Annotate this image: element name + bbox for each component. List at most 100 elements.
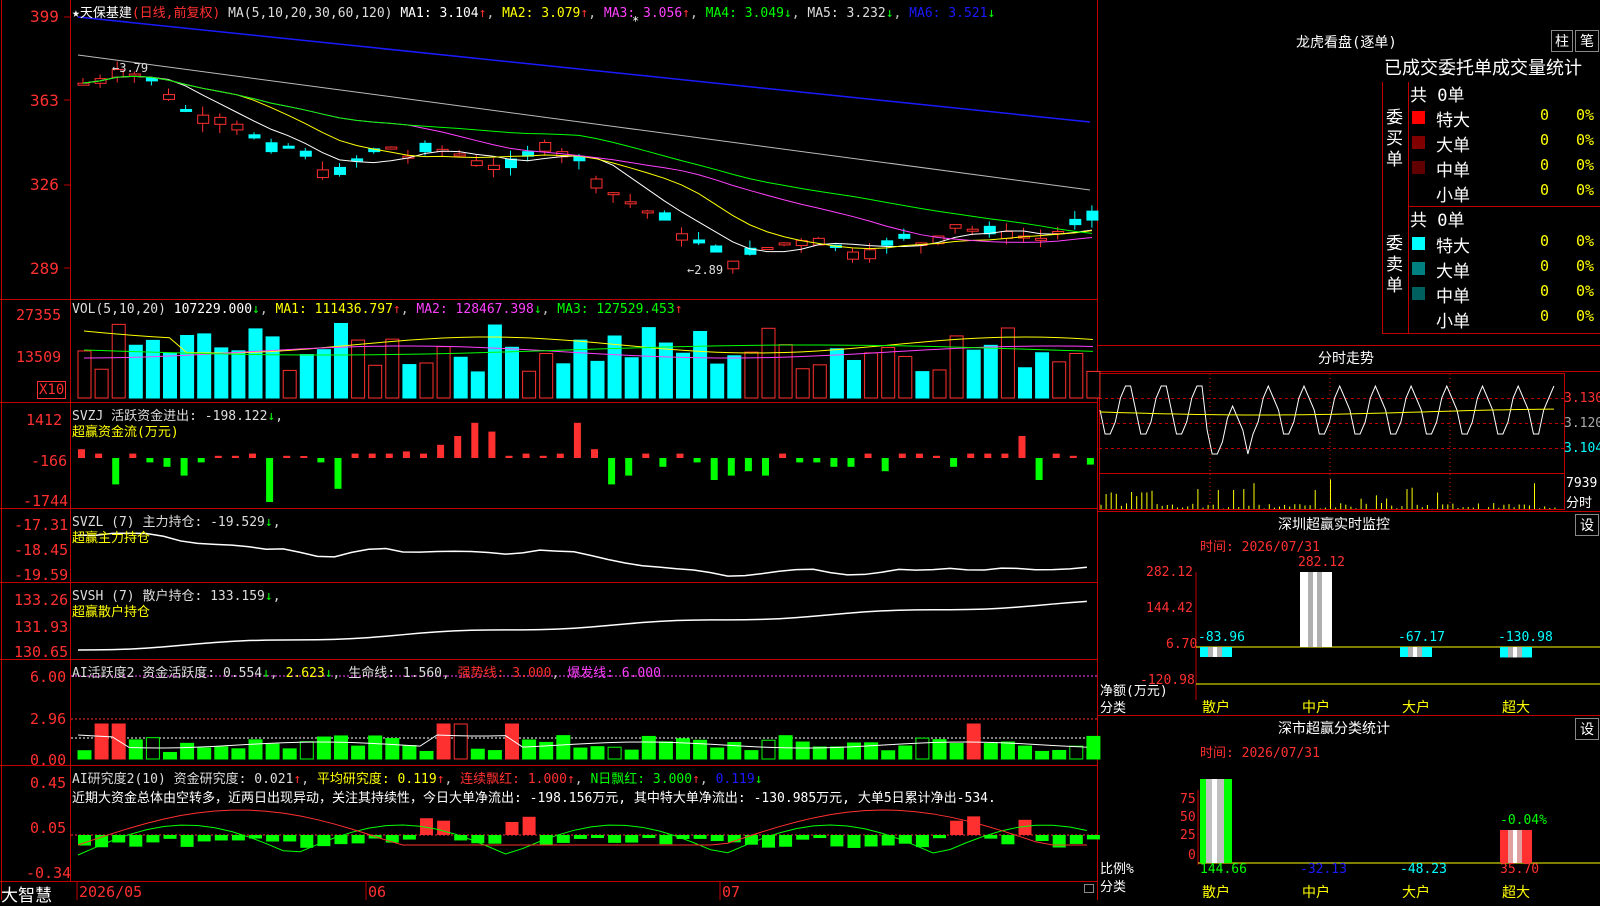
vol-header: VOL(5,10,20) 107229.000↓, MA1: 111436.79… <box>72 302 683 317</box>
fund-flow-bar <box>454 436 462 458</box>
volume-bar <box>163 352 177 399</box>
fund-flow-bar <box>744 458 752 472</box>
intraday-tick-2: 3.120 <box>1564 416 1600 431</box>
szc-category: 超大 <box>1502 885 1530 901</box>
activity-bar <box>487 750 502 760</box>
szc-tick-2: 50 <box>1180 810 1196 825</box>
sell-side-label: 委卖单 <box>1386 234 1403 296</box>
szc-category: 大户 <box>1402 885 1430 901</box>
research-bar <box>300 835 314 848</box>
activity-bar <box>539 741 554 760</box>
tick-view-button[interactable]: 笔 <box>1575 30 1599 52</box>
ai2-tick-1: 0.45 <box>30 774 67 792</box>
brand-label: 大智慧 <box>1 886 52 906</box>
activity-bar <box>436 723 451 760</box>
candle-body <box>641 210 654 214</box>
research-bar <box>830 835 844 847</box>
activity-bar <box>453 723 468 760</box>
volume-bar <box>761 327 776 399</box>
candle-body <box>265 142 278 153</box>
szm-bar-hl <box>1213 647 1217 657</box>
fund-flow-bar <box>317 458 325 463</box>
fund-flow-bar <box>214 455 222 458</box>
activity-bar <box>641 735 656 760</box>
activity-bar <box>795 741 810 760</box>
activity-bar <box>282 748 297 760</box>
order-size-pct: 0% <box>1576 232 1595 250</box>
activity-bar <box>163 751 177 760</box>
volume-bar <box>1052 361 1067 399</box>
x-label-may: 2026/05 <box>79 883 143 901</box>
svzl-sub: 超赢主力持仓 <box>72 531 151 546</box>
fund-flow-bar <box>1018 436 1026 458</box>
activity-bar <box>1035 750 1050 760</box>
star-marker: * <box>632 14 640 28</box>
research-bar <box>180 835 194 847</box>
svzl-tick-1: -17.31 <box>14 516 69 534</box>
volume-bar <box>915 371 930 399</box>
activity-bar <box>419 750 434 760</box>
fund-flow-bar <box>573 422 581 458</box>
volume-bar <box>590 360 605 399</box>
research-bar <box>967 816 981 835</box>
szm-value: -130.98 <box>1498 630 1553 645</box>
activity-bar <box>180 742 195 760</box>
price-tick-326: 326 <box>30 175 59 194</box>
volume-bar <box>983 344 998 399</box>
order-size-pct: 0% <box>1576 282 1595 300</box>
candle-body <box>864 249 877 260</box>
szm-bar-hl <box>1413 647 1417 657</box>
svzj-sub: 超赢资金流(万元) <box>72 425 179 440</box>
volume-bar <box>385 338 400 399</box>
fund-flow-bar <box>334 458 342 489</box>
research-bar <box>129 835 143 847</box>
research-bar <box>864 835 878 847</box>
activity-bar <box>966 723 981 760</box>
sell-total: 共 0单 <box>1410 211 1465 231</box>
high-mark: ←3.79 <box>112 61 149 75</box>
activity-bar <box>590 746 605 760</box>
lock-icon[interactable] <box>1084 884 1094 893</box>
sz-monitor-settings-button[interactable]: 设 <box>1575 514 1599 536</box>
column-view-button[interactable]: 柱 <box>1551 30 1573 52</box>
research-bar <box>933 835 946 839</box>
szm-xlabel: 分类 <box>1100 701 1127 716</box>
volume-bar <box>898 355 913 399</box>
szc-category: 散户 <box>1202 885 1230 901</box>
fund-flow-bar <box>539 455 547 458</box>
sz-class-settings-button[interactable]: 设 <box>1575 718 1599 740</box>
price-chart[interactable] <box>0 0 1600 900</box>
research-bar <box>437 820 451 835</box>
activity-bar <box>248 739 263 760</box>
fund-flow-bar <box>881 458 889 472</box>
research-bar <box>950 820 964 835</box>
candle-body <box>847 251 859 260</box>
ma-line <box>82 75 1092 250</box>
activity-bar <box>1018 745 1032 760</box>
fund-flow-bar <box>710 458 718 480</box>
ai2-tick-3: -0.34 <box>26 864 72 882</box>
buy-side-label: 委买单 <box>1386 108 1403 170</box>
szm-category: 超大 <box>1502 700 1530 716</box>
activity-bar <box>94 723 109 760</box>
candle-body <box>1052 230 1065 234</box>
research-bar <box>214 835 228 841</box>
candle-body <box>470 160 483 167</box>
fund-flow-bar <box>642 453 650 458</box>
order-size-swatch <box>1412 312 1425 325</box>
research-bar <box>505 821 519 835</box>
intraday-avg-line <box>1099 408 1554 416</box>
dragon-title: 龙虎看盘(逐单) <box>1296 35 1397 51</box>
activity-bar <box>505 723 519 760</box>
activity-bar <box>470 748 485 760</box>
order-size-swatch <box>1412 237 1425 250</box>
fund-flow-bar <box>437 444 445 458</box>
chart-mode[interactable]: (日线,前复权) <box>132 6 220 21</box>
candle-body <box>778 242 791 246</box>
dragon-header: 已成交委托单成交量统计 <box>1384 58 1582 79</box>
order-size-pct: 0% <box>1576 131 1595 149</box>
order-size-name: 中单 <box>1436 161 1470 181</box>
volume-bar <box>795 368 810 399</box>
order-size-pct: 0% <box>1576 106 1595 124</box>
activity-bar <box>881 750 896 760</box>
